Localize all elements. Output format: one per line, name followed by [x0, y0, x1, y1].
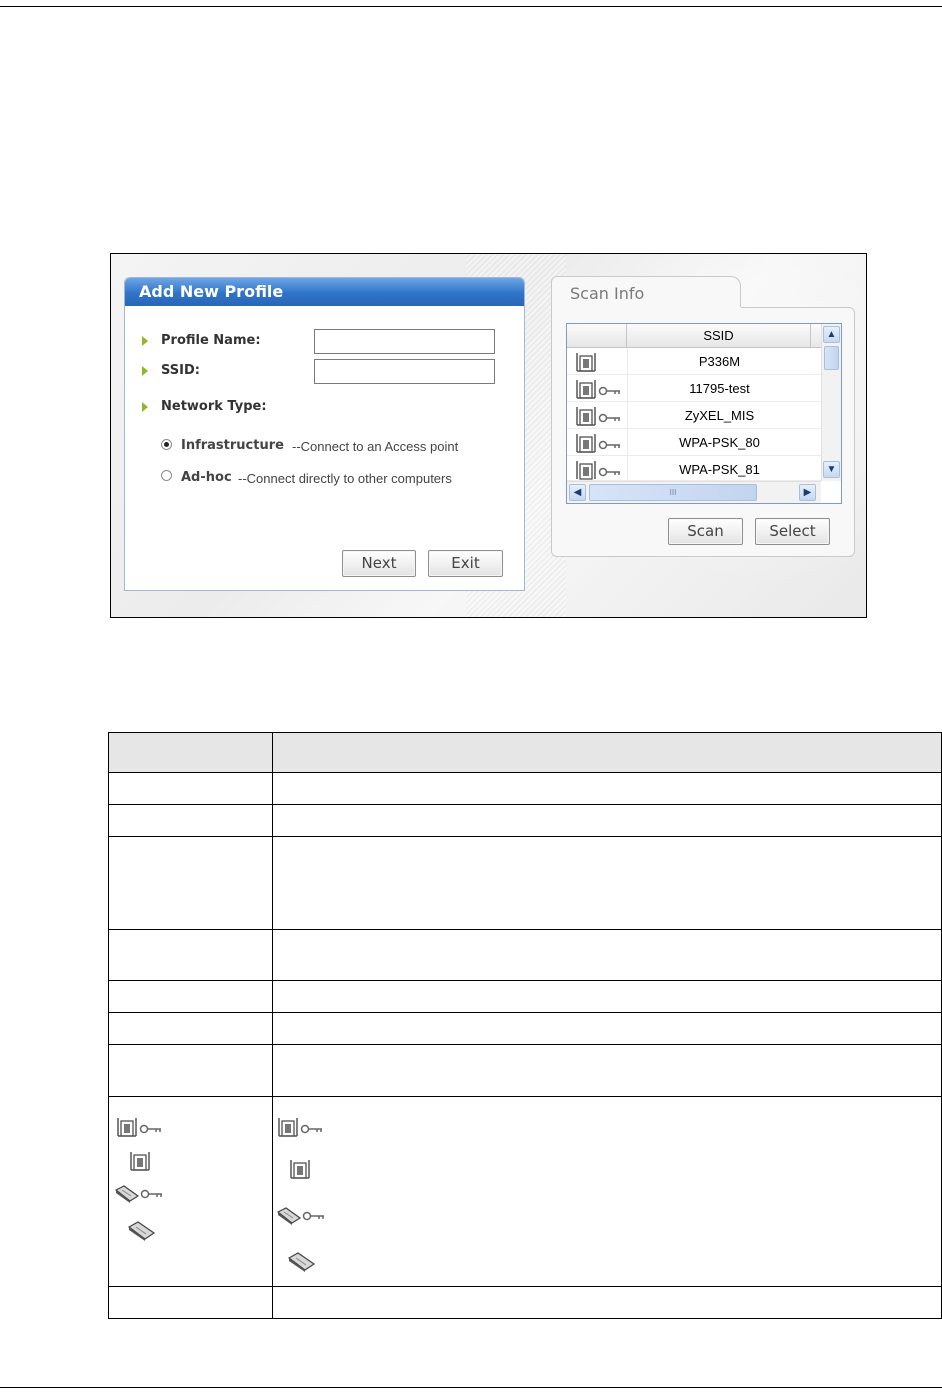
table-row	[108, 836, 942, 930]
network-type-label: Network Type:	[161, 399, 267, 414]
table-row	[108, 804, 942, 837]
scroll-down-icon[interactable]: ▼	[823, 461, 840, 478]
infrastructure-radio[interactable]	[161, 439, 172, 450]
scan-button[interactable]: Scan	[668, 518, 743, 545]
table-row	[108, 980, 942, 1013]
adhoc-description: --Connect directly to other computers	[238, 471, 452, 486]
profile-name-label: Profile Name:	[161, 333, 261, 348]
scan-row[interactable]: WPA-PSK_81	[567, 456, 821, 481]
vertical-scroll-thumb[interactable]	[824, 346, 839, 370]
infrastructure-label: Infrastructure	[181, 438, 284, 453]
access-point-secured-icon	[575, 377, 625, 400]
ssid-label: SSID:	[161, 363, 200, 378]
table-header-row	[108, 732, 942, 773]
field-description-table	[108, 732, 942, 1319]
table-row	[108, 772, 942, 805]
access-point-icon	[575, 350, 625, 373]
access-point-secured-icon	[277, 1115, 327, 1141]
bullet-arrow-icon	[142, 366, 148, 376]
panel-title: Add New Profile	[125, 278, 524, 306]
table-row	[108, 1286, 942, 1319]
horizontal-scroll-thumb[interactable]: III	[589, 484, 757, 501]
table-row	[108, 1012, 942, 1045]
add-new-profile-screenshot: Add New Profile Profile Name: SSID: Netw…	[110, 253, 867, 618]
scan-row[interactable]: WPA-PSK_80	[567, 429, 821, 456]
scan-row-ssid: WPA-PSK_81	[627, 456, 811, 480]
scan-row-ssid: ZyXEL_MIS	[627, 402, 811, 429]
access-point-icon	[289, 1157, 313, 1183]
scroll-up-icon[interactable]: ▲	[823, 326, 840, 343]
footer-rule	[0, 1387, 942, 1388]
scan-row-ssid: WPA-PSK_80	[627, 429, 811, 456]
scan-row[interactable]: 11795-test	[567, 375, 821, 402]
ad-hoc-secured-icon	[276, 1207, 328, 1228]
access-point-secured-icon	[575, 431, 625, 454]
adhoc-radio[interactable]	[161, 470, 172, 481]
next-button[interactable]: Next	[342, 550, 416, 577]
select-button[interactable]: Select	[755, 518, 830, 545]
add-new-profile-panel: Add New Profile Profile Name: SSID: Netw…	[124, 277, 525, 591]
scan-results-list: SSID P336M 11795-test ZyXEL_MIS WPA-PSK_…	[566, 323, 842, 504]
vertical-scrollbar[interactable]: ▲ ▼	[821, 324, 841, 481]
header-rule	[0, 6, 942, 7]
scroll-right-icon[interactable]: ▶	[799, 484, 816, 501]
list-header: SSID	[567, 324, 821, 348]
scan-info-panel: SSID P336M 11795-test ZyXEL_MIS WPA-PSK_…	[551, 307, 855, 557]
table-row	[108, 1044, 942, 1097]
scroll-left-icon[interactable]: ◀	[569, 484, 586, 501]
bullet-arrow-icon	[142, 336, 148, 346]
ad-hoc-icon	[127, 1221, 157, 1244]
adhoc-label: Ad-hoc	[181, 470, 232, 485]
ad-hoc-icon	[287, 1252, 317, 1275]
scan-row[interactable]: ZyXEL_MIS	[567, 402, 821, 429]
ad-hoc-secured-icon	[114, 1185, 166, 1206]
table-header-cell	[272, 732, 942, 773]
exit-button[interactable]: Exit	[428, 550, 503, 577]
scan-row-ssid: 11795-test	[627, 375, 811, 402]
table-row	[108, 929, 942, 981]
infrastructure-description: --Connect to an Access point	[292, 439, 459, 454]
scan-row[interactable]: P336M	[567, 348, 821, 375]
bullet-arrow-icon	[142, 402, 148, 412]
access-point-secured-icon	[116, 1115, 166, 1141]
access-point-secured-icon	[575, 458, 625, 480]
table-row-network-icons	[108, 1096, 942, 1287]
access-point-icon	[129, 1149, 153, 1175]
column-header-ssid[interactable]: SSID	[627, 324, 811, 348]
horizontal-scrollbar[interactable]: ◀ III ▶	[567, 481, 821, 503]
table-header-cell	[108, 732, 273, 773]
profile-name-input[interactable]	[314, 329, 495, 354]
access-point-secured-icon	[575, 404, 625, 427]
scan-row-ssid: P336M	[627, 348, 811, 375]
tab-scan-info[interactable]: Scan Info	[551, 276, 741, 308]
ssid-input[interactable]	[314, 359, 495, 384]
